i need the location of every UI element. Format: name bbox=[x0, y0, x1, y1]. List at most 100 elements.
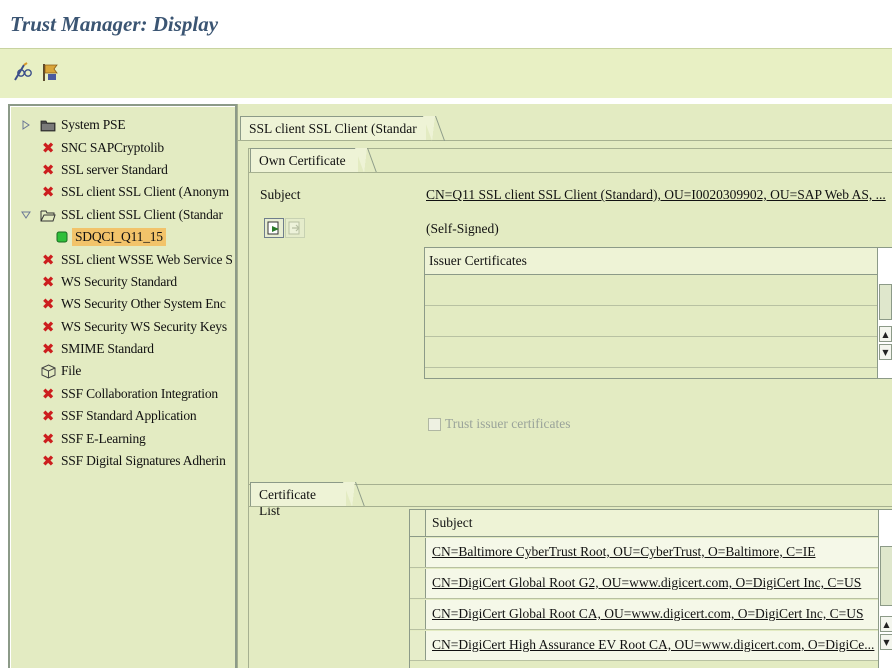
tab-pse[interactable]: SSL client SSL Client (Standar bbox=[240, 116, 426, 140]
import-icon bbox=[267, 221, 279, 235]
table-row[interactable]: CN=Baltimore CyberTrust Root, OU=CyberTr… bbox=[410, 538, 878, 568]
tree-item-label: SDQCI_Q11_15 bbox=[72, 228, 166, 247]
table-row[interactable]: CN=DigiCert High Assurance EV Root CA, O… bbox=[410, 631, 878, 661]
own-certificate-label: Own Certificate bbox=[259, 153, 346, 168]
table-row[interactable]: CN=DigiCert Global Root G2, OU=www.digic… bbox=[410, 569, 878, 599]
tree-item-label: SSL client WSSE Web Service S bbox=[61, 251, 233, 267]
import-cert-button[interactable] bbox=[264, 218, 284, 238]
issuer-header-label[interactable]: Issuer Certificates bbox=[429, 253, 527, 269]
cert-scrollbar[interactable]: ▲ ▼ bbox=[878, 510, 892, 668]
pse-tree-panel: System PSE ✖ SNC SAPCryptolib ✖ SSL serv… bbox=[8, 104, 237, 668]
tree-item-label: WS Security WS Security Keys bbox=[61, 318, 227, 334]
green-square-icon bbox=[54, 229, 70, 245]
red-x-icon: ✖ bbox=[41, 272, 55, 291]
tab-pse-label: SSL client SSL Client (Standar bbox=[249, 121, 417, 136]
cert-subject[interactable]: CN=DigiCert Global Root CA, OU=www.digic… bbox=[432, 606, 864, 622]
cert-header-subject[interactable]: Subject bbox=[432, 515, 473, 531]
cert-subject[interactable]: CN=DigiCert Global Root G2, OU=www.digic… bbox=[432, 575, 861, 591]
transport-button[interactable] bbox=[40, 61, 62, 83]
red-x-icon: ✖ bbox=[41, 407, 55, 426]
tree-item[interactable]: ✖ SSL client SSL Client (Anonym bbox=[10, 181, 235, 203]
tree-item-label: System PSE bbox=[61, 117, 126, 133]
tree-item[interactable]: ✖ SSF Standard Application bbox=[10, 405, 235, 427]
tree-item-label: SSF Digital Signatures Adherin bbox=[61, 453, 226, 469]
issuer-table-header: Issuer Certificates bbox=[425, 248, 877, 275]
certificate-list-tab: Certificate List bbox=[250, 482, 346, 518]
scroll-up-icon[interactable]: ▲ bbox=[880, 616, 892, 632]
row-selector[interactable] bbox=[410, 538, 426, 567]
own-subject-value[interactable]: CN=Q11 SSL client SSL Client (Standard),… bbox=[426, 187, 892, 203]
red-x-icon: ✖ bbox=[41, 429, 55, 448]
tree-item-label: SSL server Standard bbox=[61, 161, 168, 177]
tree-item[interactable]: ✖ WS Security Other System Enc bbox=[10, 293, 235, 315]
tree-item-label: SSL client SSL Client (Anonym bbox=[61, 184, 229, 200]
table-row[interactable] bbox=[425, 276, 877, 306]
title-bar: Trust Manager: Display bbox=[0, 0, 892, 48]
tree-item-label: SSL client SSL Client (Standar bbox=[61, 206, 223, 222]
scroll-down-icon[interactable]: ▼ bbox=[879, 344, 892, 360]
tree-item-label: File bbox=[61, 363, 82, 379]
tree-item[interactable]: File bbox=[10, 360, 235, 382]
red-x-icon: ✖ bbox=[41, 138, 55, 157]
certificate-list-rule bbox=[248, 506, 892, 507]
export-icon bbox=[288, 221, 300, 235]
folder-icon bbox=[40, 117, 56, 133]
red-x-icon: ✖ bbox=[41, 340, 55, 359]
toolbar bbox=[0, 48, 892, 98]
collapse-arrow-icon[interactable] bbox=[20, 208, 32, 222]
tree-item-selected[interactable]: SDQCI_Q11_15 bbox=[10, 226, 235, 248]
tree-item-label: WS Security Other System Enc bbox=[61, 296, 226, 312]
tree-item[interactable]: ✖ SSL client WSSE Web Service S bbox=[10, 248, 235, 270]
scroll-down-icon[interactable]: ▼ bbox=[880, 634, 892, 650]
scroll-up-icon[interactable]: ▲ bbox=[879, 326, 892, 342]
trust-issuer-checkbox[interactable] bbox=[428, 418, 441, 431]
tree-item[interactable]: ✖ SSL server Standard bbox=[10, 159, 235, 181]
pse-tree: System PSE ✖ SNC SAPCryptolib ✖ SSL serv… bbox=[10, 114, 235, 472]
tree-item[interactable]: ✖ SSF E-Learning bbox=[10, 427, 235, 449]
signed-status: (Self-Signed) bbox=[426, 221, 499, 236]
subject-label: Subject bbox=[260, 187, 301, 202]
tree-item-label: SSF Standard Application bbox=[61, 408, 197, 424]
cube-icon bbox=[40, 363, 56, 379]
tree-item-label: SMIME Standard bbox=[61, 341, 154, 357]
red-x-icon: ✖ bbox=[41, 160, 55, 179]
scroll-thumb[interactable] bbox=[879, 284, 892, 320]
own-certificate-rule bbox=[248, 172, 892, 173]
row-selector[interactable] bbox=[410, 569, 426, 598]
tree-item[interactable]: ✖ SSF Digital Signatures Adherin bbox=[10, 450, 235, 472]
tree-item[interactable]: ✖ SMIME Standard bbox=[10, 338, 235, 360]
table-row[interactable]: CN=DigiCert Global Root CA, OU=www.digic… bbox=[410, 600, 878, 630]
tree-item-label: SSF Collaboration Integration bbox=[61, 385, 218, 401]
scroll-thumb[interactable] bbox=[880, 546, 892, 606]
red-x-icon: ✖ bbox=[41, 250, 55, 269]
trust-issuer-label: Trust issuer certificates bbox=[445, 416, 571, 431]
row-selector[interactable] bbox=[410, 600, 426, 629]
table-row[interactable] bbox=[425, 307, 877, 337]
red-x-icon: ✖ bbox=[41, 452, 55, 471]
cert-table-header: Subject bbox=[410, 510, 878, 537]
tree-item[interactable]: ✖ SNC SAPCryptolib bbox=[10, 136, 235, 158]
display-change-button[interactable] bbox=[12, 61, 34, 83]
detail-panel: SSL client SSL Client (Standar Own Certi… bbox=[237, 104, 892, 668]
expand-arrow-icon[interactable] bbox=[20, 118, 32, 132]
certificate-list-table: Subject CN=Baltimore CyberTrust Root, OU… bbox=[409, 509, 892, 668]
tree-item[interactable]: SSL client SSL Client (Standar bbox=[10, 204, 235, 226]
tree-item[interactable]: System PSE bbox=[10, 114, 235, 136]
table-row[interactable] bbox=[425, 338, 877, 368]
issuer-certificates-table: Issuer Certificates ▲ ▼ bbox=[424, 247, 892, 379]
tree-item[interactable]: ✖ WS Security Standard bbox=[10, 271, 235, 293]
tab-rule bbox=[238, 140, 892, 141]
tree-item[interactable]: ✖ SSF Collaboration Integration bbox=[10, 383, 235, 405]
red-x-icon: ✖ bbox=[41, 317, 55, 336]
tree-item[interactable]: ✖ WS Security WS Security Keys bbox=[10, 316, 235, 338]
glasses-pencil-icon bbox=[14, 62, 32, 81]
red-x-icon: ✖ bbox=[41, 295, 55, 314]
row-selector[interactable] bbox=[410, 631, 426, 660]
cert-subject[interactable]: CN=DigiCert High Assurance EV Root CA, O… bbox=[432, 637, 874, 653]
flag-icon bbox=[43, 64, 58, 81]
export-cert-button[interactable] bbox=[285, 218, 305, 238]
own-certificate-tab: Own Certificate bbox=[250, 148, 358, 172]
issuer-scrollbar[interactable]: ▲ ▼ bbox=[877, 248, 892, 378]
select-all-cell[interactable] bbox=[410, 510, 426, 536]
cert-subject[interactable]: CN=Baltimore CyberTrust Root, OU=CyberTr… bbox=[432, 544, 815, 560]
